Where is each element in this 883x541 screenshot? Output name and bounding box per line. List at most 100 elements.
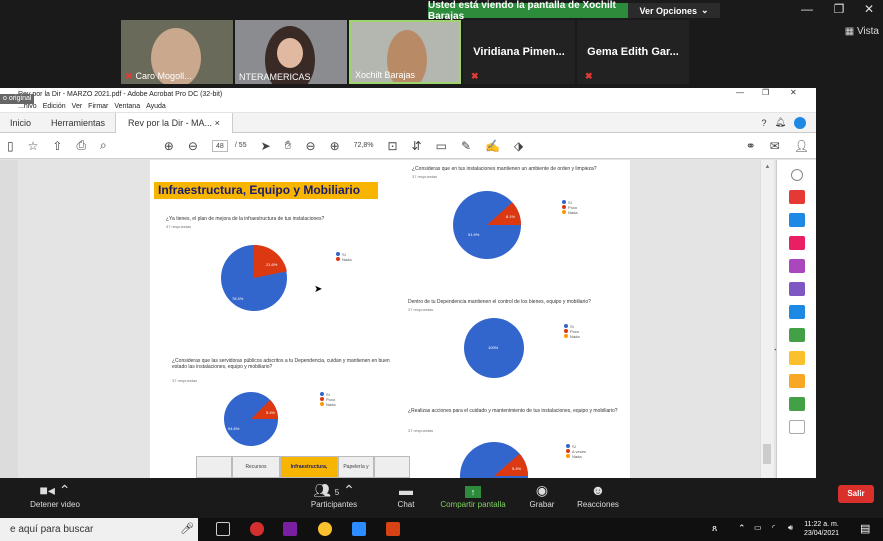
scan-icon[interactable] [788,328,805,342]
menu-sign[interactable]: Firmar [88,103,108,110]
print-icon[interactable]: ⎙ [76,138,86,153]
view-options-button[interactable]: Ver Opciones ⌄ [628,3,720,18]
select-tool-icon[interactable]: ➤ [261,139,271,153]
left-navigation-pane[interactable] [0,160,18,478]
pdf-page[interactable]: Infraestructura, Equipo y Mobiliario ¿Ya… [150,160,630,478]
menu-file[interactable]: ...hivo [18,103,37,110]
tab-tools[interactable]: Herramientas [41,118,115,128]
task-view-icon[interactable] [216,522,230,536]
tab-home[interactable]: Inicio [0,118,41,128]
zoom-level-select[interactable]: 72,8% [354,142,374,149]
minimize-icon[interactable]: — [792,2,822,16]
scroll-thumb[interactable] [763,444,771,464]
vista-label: Vista [856,26,879,37]
next-page-icon[interactable]: ⊖ [188,139,198,153]
microphone-icon[interactable]: 🎤︎ [180,522,194,535]
taskbar-search-box[interactable]: e aquí para buscar [0,518,198,541]
zoom-in-icon[interactable]: ⊕ [330,139,340,153]
export-pdf-icon[interactable] [788,190,805,204]
prev-page-icon[interactable]: ⊕ [164,139,174,153]
video-tile-2[interactable]: NTERAMERICAS [235,20,347,84]
star-icon[interactable]: ☆ [28,139,39,153]
link-icon[interactable]: ⚭ [746,139,756,153]
save-icon[interactable]: ▯ [7,139,14,153]
video-tile-3-active[interactable]: Xochilt Barajas [349,20,461,84]
reactions-button[interactable]: ☻ Reacciones [574,482,622,509]
fill-sign-icon[interactable] [788,282,805,296]
volume-icon[interactable]: 🔊︎ [788,523,793,533]
comment-icon[interactable]: ▭ [436,139,447,153]
leave-meeting-button[interactable]: Salir [838,485,874,503]
record-icon: ◉ [535,482,549,498]
stop-video-button[interactable]: ■◂ ⌃ Detener video [30,482,80,509]
tag-icon[interactable]: ⬗ [514,139,523,153]
print-production-icon[interactable] [788,397,805,411]
powerpoint-icon[interactable] [386,522,400,536]
pie-label-si: 94.6% [228,426,240,431]
close-icon[interactable]: ✕ [854,2,883,16]
app-icon[interactable] [250,522,264,536]
muted-mic-icon: ✖ [471,71,479,81]
menu-window[interactable]: Ventana [114,103,140,110]
zoom-meeting-toolbar: ■◂ ⌃ Detener video 👥︎ 5 ⌃ Participantes ▬ C… [0,478,883,518]
notifications-icon[interactable]: ▤ [860,522,870,535]
minimize-icon[interactable]: — [736,88,744,97]
upload-icon[interactable]: ⇧ [52,139,62,153]
onenote-icon[interactable] [283,522,297,536]
menu-help[interactable]: Ayuda [146,103,166,110]
video-tile-4[interactable]: Viridiana Pimen... ✖ [463,20,575,84]
create-pdf-icon[interactable] [788,213,805,227]
bell-icon[interactable]: 🔔︎ [775,117,786,128]
pie-label-a-veces: 5.4% [512,466,522,471]
help-icon[interactable]: ? [762,118,767,128]
scroll-up-icon[interactable]: ▲ [761,164,774,170]
reactions-label: Reacciones [577,500,619,509]
zoom-tool-icon[interactable] [790,169,803,181]
legend-dot [320,392,324,396]
participants-label: Participantes [310,500,358,509]
menu-view[interactable]: Ver [72,103,83,110]
comment-tool-icon[interactable] [788,259,805,273]
chat-button[interactable]: ▬ Chat [388,482,424,509]
participants-button[interactable]: 👥︎ 5 ⌃ Participantes [300,482,368,509]
pen-icon[interactable]: ✎ [461,139,471,153]
scroll-mode-icon[interactable]: ⇵ [412,139,422,153]
mail-icon[interactable]: ✉ [770,139,780,153]
page-number-input[interactable]: 48 [211,139,228,152]
wifi-icon[interactable]: ◜ [772,523,775,532]
tray-chevron-icon[interactable]: ⌃ [738,523,746,534]
page-total: / 55 [234,142,247,149]
restore-icon[interactable]: ❐ [762,88,769,97]
close-icon[interactable]: ✕ [790,88,797,97]
close-tab-icon[interactable]: × [215,118,220,128]
gallery-view-button[interactable]: ▦ Vista [845,26,879,37]
people-icon[interactable]: ጸ [712,523,717,534]
participant-name: NTERAMERICAS [239,72,311,82]
system-clock[interactable]: 11:22 a. m. 23/04/2021 [804,520,839,538]
share-screen-button[interactable]: ↑ Compartir pantalla [436,482,510,509]
zoom-app-icon[interactable] [352,522,366,536]
participant-name: Viridiana Pimen... [473,46,565,58]
restore-icon[interactable]: ❐ [824,2,854,16]
edit-pdf-icon[interactable] [788,236,805,250]
vertical-scrollbar[interactable]: ▲ [760,160,774,478]
record-button[interactable]: ◉ Grabar [522,482,562,509]
search-icon[interactable]: ⌕ [100,138,107,153]
comment-bubble-icon[interactable] [788,374,805,388]
compress-icon[interactable] [788,351,805,365]
page-tab-infraestructura: Infraestructura, [280,456,338,478]
hand-tool-icon[interactable]: ✋︎ [285,138,292,153]
more-tools-icon[interactable] [788,420,805,434]
share-user-icon[interactable]: 👤︎ [794,139,809,153]
video-tile-1[interactable]: ✖ Caro Mogoll... [121,20,233,84]
fit-page-icon[interactable]: ⊡ [387,139,397,153]
organize-pages-icon[interactable] [788,305,805,319]
tab-document[interactable]: Rev por la Dir - MA... × [115,112,233,133]
menu-edit[interactable]: Edición [43,103,66,110]
sign-icon[interactable]: ✍ [485,139,500,153]
network-icon[interactable]: ▭ [754,523,762,532]
chrome-icon[interactable] [318,522,332,536]
video-tile-5[interactable]: Gema Edith Gar... ✖ [577,20,689,84]
zoom-out-icon[interactable]: ⊖ [306,139,316,153]
account-icon[interactable] [794,116,806,129]
